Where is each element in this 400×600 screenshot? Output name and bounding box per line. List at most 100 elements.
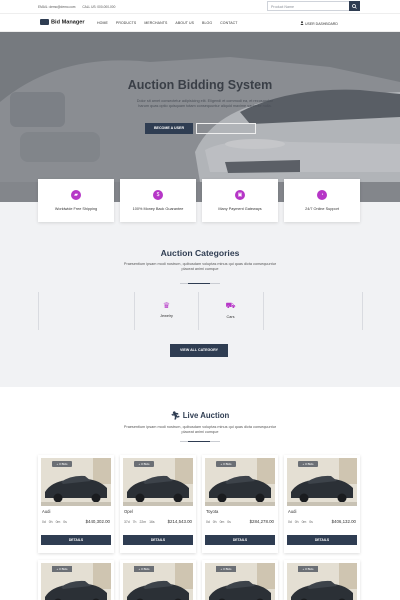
product-image[interactable]: + 0 Bids [41, 458, 111, 506]
categories-title: Auction Categories [160, 248, 240, 258]
nav-item-blog[interactable]: BLOG [202, 21, 212, 25]
nav-item-merchants[interactable]: MERCHANTS [144, 21, 167, 25]
timer-unit: 37d [124, 520, 130, 524]
product-card[interactable]: + 0 Bids Toyota 0d 0h 0m 0s $284,278.00 DETAILS [202, 455, 278, 553]
product-name[interactable]: Opel [124, 509, 133, 514]
timer-unit: 0s [309, 520, 313, 524]
product-card[interactable]: + 0 Bids [38, 560, 114, 600]
feature-label: 100% Money Back Guarantee [132, 207, 184, 211]
product-card[interactable]: + 0 Bids Opel 37d 7h 22m 16s $214,543.00 DETAIL… [120, 455, 196, 553]
live-auction-title-text: Live Auction [182, 411, 230, 420]
product-image[interactable]: + 0 Bids [41, 563, 111, 600]
countdown-timer: 37d 7h 22m 16s [124, 520, 158, 524]
nav-item-home[interactable]: HOME [97, 21, 108, 25]
product-image[interactable]: + 0 Bids [287, 563, 357, 600]
bids-badge: + 0 Bids [216, 461, 236, 467]
timer-unit: 0h [212, 520, 217, 524]
product-image[interactable]: + 0 Bids [123, 458, 193, 506]
live-auction-title: 🏃︎ Live Auction [0, 411, 400, 420]
details-button[interactable]: DETAILS [287, 535, 357, 545]
category-list: ♛ Jewelry ⛟ Cars [38, 290, 363, 334]
bids-badge: + 0 Bids [52, 566, 72, 572]
truck-icon: ▰ [71, 190, 81, 200]
details-button[interactable]: DETAILS [123, 535, 193, 545]
category-label: Jewelry [160, 314, 173, 318]
feature-label: Worldwide Free Shipping [54, 207, 98, 211]
product-name[interactable]: Toyota [206, 509, 218, 514]
product-image[interactable]: + 0 Bids [123, 563, 193, 600]
nav-menu: HOME PRODUCTS MERCHANTS ABOUT US BLOG CO… [97, 21, 245, 25]
contact-info: EMAIL: demo@demo.com CALL US: 000-000-00… [38, 5, 121, 9]
feature-label: 24/7 Online Support [305, 207, 339, 211]
hero-secondary-button[interactable] [196, 123, 256, 134]
timer-unit: 0s [63, 520, 67, 524]
timer-unit: 0d [206, 520, 210, 524]
countdown-timer: 0d 0h 0m 0s [288, 520, 316, 524]
bids-badge: + 0 Bids [134, 461, 154, 467]
bids-badge: + 0 Bids [216, 566, 236, 572]
countdown-timer: 0d 0h 0m 0s [42, 520, 70, 524]
product-price: $284,278.00 [249, 519, 274, 524]
user-dashboard-label: USER DASHBOARD [304, 22, 338, 26]
feature-label: Many Payment Gateways [218, 207, 262, 211]
main-navigation: Bid Manager HOME PRODUCTS MERCHANTS ABOU… [0, 13, 400, 32]
timer-unit: 22m [139, 520, 147, 524]
product-card[interactable]: + 0 Bids [120, 560, 196, 600]
product-price: $440,302.00 [85, 519, 110, 524]
countdown-timer: 0d 0h 0m 0s [206, 520, 234, 524]
logo-text: Bid Manager [51, 19, 85, 26]
product-image[interactable]: + 0 Bids [205, 458, 275, 506]
car-icon: ⛟ [225, 301, 236, 310]
product-card[interactable]: + 0 Bids Audi 0d 0h 0m 0s $406,132.00 DETAILS [284, 455, 360, 553]
user-dashboard-link[interactable]: USER DASHBOARD [300, 21, 338, 26]
phone-text: CALL US: 000-000-000 [82, 5, 116, 9]
wallet-icon: ▣ [235, 190, 245, 200]
live-auction-subtitle: Praesentium ipsam modi nostrum, quibusda… [123, 425, 277, 435]
product-image[interactable]: + 0 Bids [205, 563, 275, 600]
product-card[interactable]: + 0 Bids Audi 0d 0h 0m 0s $440,302.00 DETAILS [38, 455, 114, 553]
become-user-button[interactable]: BECOME A USER [145, 123, 193, 134]
search-button[interactable] [349, 1, 360, 11]
product-card[interactable]: + 0 Bids [202, 560, 278, 600]
timer-unit: 0d [42, 520, 46, 524]
search-input[interactable]: Product Name [267, 1, 360, 11]
email-text: EMAIL: demo@demo.com [38, 5, 76, 9]
search-icon [352, 3, 357, 9]
timer-unit: 0s [227, 520, 231, 524]
view-all-category-button[interactable]: VIEW ALL CATEGORY [170, 344, 228, 357]
product-card[interactable]: + 0 Bids [284, 560, 360, 600]
bids-badge: + 0 Bids [298, 461, 318, 467]
timer-unit: 0d [288, 520, 292, 524]
details-button[interactable]: DETAILS [205, 535, 275, 545]
details-button[interactable]: DETAILS [41, 535, 111, 545]
product-name[interactable]: Audi [288, 509, 296, 514]
category-jewelry[interactable]: ♛ Jewelry [135, 290, 198, 332]
timer-unit: 16s [149, 520, 155, 524]
product-price: $406,132.00 [331, 519, 356, 524]
divider-accent [188, 283, 210, 284]
hero-title: Auction Bidding System [127, 78, 273, 92]
divider [38, 292, 39, 330]
category-cars[interactable]: ⛟ Cars [199, 290, 262, 332]
timer-unit: 0m [301, 520, 307, 524]
hero-subtitle: Dolor sit amet consectetur adipisicing e… [136, 99, 274, 108]
divider [362, 292, 363, 330]
dollar-icon: $ [153, 190, 163, 200]
product-name[interactable]: Audi [42, 509, 50, 514]
hero-overlay [0, 32, 400, 202]
product-image[interactable]: + 0 Bids [287, 458, 357, 506]
hero-banner [0, 32, 400, 202]
timer-unit: 0m [55, 520, 61, 524]
feature-card-money-back: $ 100% Money Back Guarantee [120, 179, 196, 222]
crown-icon: ♛ [162, 301, 171, 310]
nav-item-products[interactable]: PRODUCTS [116, 21, 136, 25]
logo-icon [40, 19, 49, 25]
nav-item-contact[interactable]: CONTACT [220, 21, 237, 25]
runner-icon: 🏃︎ [170, 411, 183, 420]
timer-unit: 0h [48, 520, 53, 524]
logo[interactable]: Bid Manager [40, 19, 85, 25]
nav-item-about[interactable]: ABOUT US [175, 21, 194, 25]
category-label: Cars [226, 315, 235, 319]
product-price: $214,543.00 [167, 519, 192, 524]
bids-badge: + 0 Bids [52, 461, 72, 467]
